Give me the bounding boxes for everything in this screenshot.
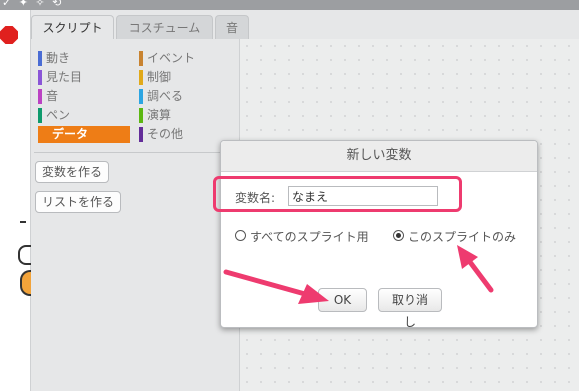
category-label: 見た目 — [46, 70, 83, 84]
top-menu-bar: ✓ ✦ ✧ ⟲ — [0, 0, 579, 10]
category-label: 音 — [46, 89, 59, 103]
tab-scripts[interactable]: スクリプト — [31, 15, 114, 39]
category-color-bar — [38, 70, 42, 85]
ok-button[interactable]: OK — [318, 288, 367, 312]
tab-costumes[interactable]: コスチューム — [116, 15, 213, 39]
category-color-bar — [38, 108, 42, 123]
category-label: 制御 — [147, 70, 172, 84]
radio-button[interactable] — [235, 230, 246, 241]
sprite-cat-partial — [18, 215, 32, 296]
menu-glyphs: ✓ ✦ ✧ ⟲ — [2, 0, 64, 9]
category-color-bar — [139, 89, 143, 104]
category-label: イベント — [147, 51, 196, 65]
radio-label: このスプライトのみ — [408, 230, 517, 244]
make-variable-button[interactable]: 変数を作る — [35, 161, 110, 183]
dialog-title: 新しい変数 — [221, 141, 537, 172]
variable-name-highlight-box — [213, 176, 462, 212]
block-palette: 動き 見た目 音 ペン データ イベント 制御 調べる 演算 その他 変数を作る… — [31, 39, 240, 391]
category-label: データ — [52, 127, 89, 141]
tab-sounds[interactable]: 音 — [215, 15, 249, 39]
category-label: 調べる — [147, 89, 184, 103]
category-color-bar — [139, 108, 143, 123]
category-label: 動き — [46, 51, 71, 65]
cat-whisker — [20, 221, 26, 223]
category-color-bar — [139, 127, 143, 142]
category-data[interactable]: データ — [38, 126, 130, 143]
category-color-bar — [38, 127, 42, 142]
category-color-bar — [38, 51, 42, 66]
category-color-bar — [38, 89, 42, 104]
cat-outline — [18, 245, 32, 265]
category-label: その他 — [147, 127, 184, 141]
category-color-bar — [139, 70, 143, 85]
new-variable-dialog: 新しい変数 変数名: すべてのスプライト用 このスプライトのみ OK 取り消し — [220, 140, 538, 329]
stop-sign-icon[interactable] — [0, 26, 18, 44]
stage-panel — [0, 10, 32, 391]
cancel-button[interactable]: 取り消し — [378, 288, 442, 329]
category-color-bar — [139, 51, 143, 66]
category-label: 演算 — [147, 108, 172, 122]
palette-divider — [34, 152, 224, 153]
make-list-button[interactable]: リストを作る — [35, 191, 122, 213]
radio-label: すべてのスプライト用 — [250, 230, 369, 244]
category-label: ペン — [46, 108, 71, 122]
radio-button-selected[interactable] — [393, 230, 404, 241]
